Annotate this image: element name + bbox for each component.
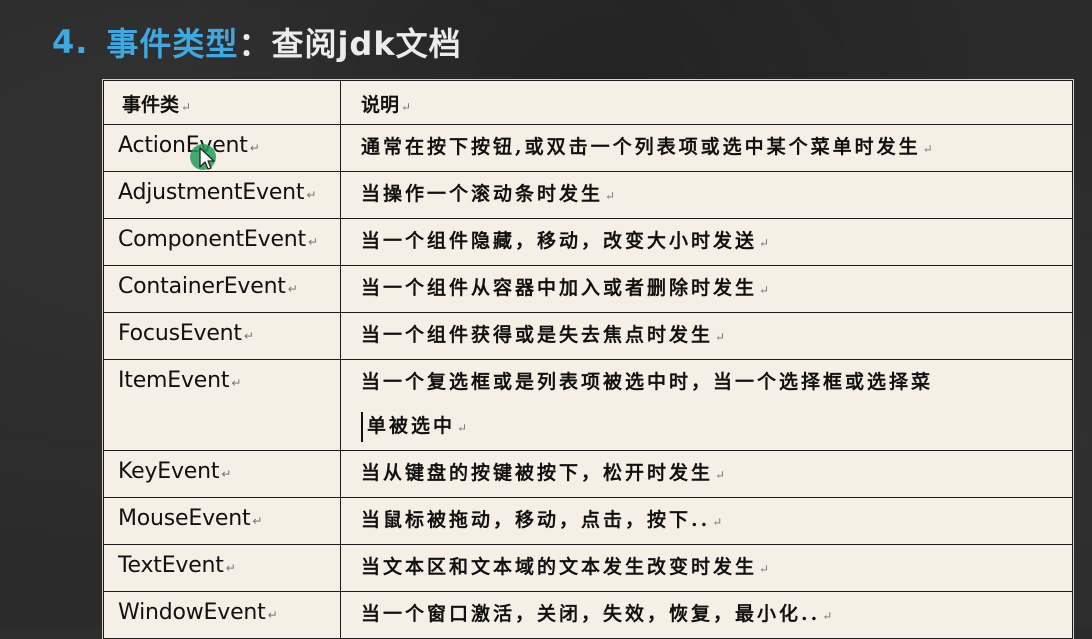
table-row: ItemEvent ↵ 当一个复选框或是列表项被选中时，当一个选择框或选择菜 单被… xyxy=(103,359,1073,451)
slide-title: 4. 事件类型 ： 查阅jdk文档 xyxy=(52,14,462,70)
paragraph-mark: ↵ xyxy=(249,141,260,155)
description-cell[interactable]: 当鼠标被拖动，移动，点击，按下.. ↵ xyxy=(340,497,1073,545)
title-main: 事件类型 xyxy=(106,25,239,63)
event-cell[interactable]: ActionEvent ↵ xyxy=(103,124,341,172)
event-cell[interactable]: AdjustmentEvent ↵ xyxy=(103,171,341,219)
paragraph-mark: ↵ xyxy=(221,467,232,481)
event-cell[interactable]: KeyEvent ↵ xyxy=(103,450,341,498)
event-description: 当从键盘的按键被按下，松开时发生 xyxy=(361,462,714,484)
description-cell[interactable]: 当一个组件隐藏，移动，改变大小时发送 ↵ xyxy=(340,218,1073,266)
event-cell[interactable]: ComponentEvent ↵ xyxy=(103,218,341,266)
event-cell[interactable]: MouseEvent ↵ xyxy=(103,497,341,545)
paragraph-mark: ↵ xyxy=(306,188,317,202)
table-row: FocusEvent ↵ 当一个组件获得或是失去焦点时发生 ↵ xyxy=(103,312,1073,360)
event-description: 通常在按下按钮,或双击一个列表项或选中某个菜单时发生 xyxy=(361,136,921,158)
header-label: 说明 xyxy=(361,94,400,116)
table-header-row: 事件类 ↵ 说明 ↵ xyxy=(103,80,1073,125)
event-description: 当鼠标被拖动，移动，点击，按下.. xyxy=(361,509,711,531)
paragraph-mark: ↵ xyxy=(267,608,278,622)
paragraph-mark: ↵ xyxy=(307,235,319,249)
paragraph-mark: ↵ xyxy=(759,562,770,576)
event-type-table: 事件类 ↵ 说明 ↵ ActionEvent ↵ 通常在按下按钮,或双击一个列表项或选… xyxy=(103,80,1073,639)
table-row: AdjustmentEvent ↵ 当操作一个滚动条时发生 ↵ xyxy=(103,171,1073,219)
description-cell[interactable]: 当一个组件获得或是失去焦点时发生 ↵ xyxy=(340,312,1073,360)
description-cell[interactable]: 当从键盘的按键被按下，松开时发生 ↵ xyxy=(340,450,1073,498)
event-description: 当一个组件获得或是失去焦点时发生 xyxy=(361,324,714,346)
paragraph-mark: ↵ xyxy=(401,100,412,114)
paragraph-mark: ↵ xyxy=(287,282,298,296)
title-number: 4. xyxy=(52,23,89,61)
event-description: 当一个组件隐藏，移动，改变大小时发送 xyxy=(361,230,758,252)
paragraph-mark: ↵ xyxy=(225,561,236,575)
event-description: 当操作一个滚动条时发生 xyxy=(361,183,604,205)
description-cell[interactable]: 通常在按下按钮,或双击一个列表项或选中某个菜单时发生 ↵ xyxy=(340,124,1073,172)
event-description-continued: 单被选中 xyxy=(367,415,456,437)
table-row: KeyEvent ↵ 当从键盘的按键被按下，松开时发生 ↵ xyxy=(103,450,1073,498)
description-cell[interactable]: 当一个窗口激活，关闭，失效，恢复，最小化.. ↵ xyxy=(340,591,1073,639)
table-row: ContainerEvent ↵ 当一个组件从容器中加入或者删除时发生 ↵ xyxy=(103,265,1073,313)
event-name: MouseEvent xyxy=(118,506,251,531)
paragraph-mark: ↵ xyxy=(252,514,263,528)
event-name: WindowEvent xyxy=(118,600,266,625)
description-cell[interactable]: 当一个组件从容器中加入或者删除时发生 ↵ xyxy=(340,265,1073,313)
description-cell[interactable]: 当操作一个滚动条时发生 ↵ xyxy=(340,171,1073,219)
header-cell-event-class: 事件类 ↵ xyxy=(103,80,341,125)
paragraph-mark: ↵ xyxy=(457,421,468,435)
paragraph-mark: ↵ xyxy=(712,515,723,529)
header-cell-description: 说明 ↵ xyxy=(340,80,1073,125)
event-description: 当一个复选框或是列表项被选中时，当一个选择框或选择菜 xyxy=(361,371,934,393)
paragraph-mark: ↵ xyxy=(922,142,933,156)
event-name: KeyEvent xyxy=(118,459,220,484)
event-name: ActionEvent xyxy=(118,133,248,158)
mouse-pointer-icon xyxy=(186,140,222,176)
paragraph-mark: ↵ xyxy=(181,100,192,114)
paragraph-mark: ↵ xyxy=(822,609,833,623)
title-sub: 查阅jdk文档 xyxy=(271,25,462,63)
event-cell[interactable]: ContainerEvent ↵ xyxy=(103,265,341,313)
event-description: 当一个窗口激活，关闭，失效，恢复，最小化.. xyxy=(361,603,821,625)
paragraph-mark: ↵ xyxy=(243,329,254,343)
paragraph-mark: ↵ xyxy=(759,236,770,250)
table-row: ComponentEvent ↵ 当一个组件隐藏，移动，改变大小时发送 ↵ xyxy=(103,218,1073,266)
event-name: TextEvent xyxy=(118,553,224,578)
paragraph-mark: ↵ xyxy=(605,189,616,203)
event-description: 当一个组件从容器中加入或者删除时发生 xyxy=(361,277,758,299)
event-name: ContainerEvent xyxy=(118,274,286,299)
table-row: WindowEvent ↵ 当一个窗口激活，关闭，失效，恢复，最小化.. ↵ xyxy=(103,591,1073,639)
event-cell[interactable]: TextEvent ↵ xyxy=(103,544,341,592)
description-cell[interactable]: 当一个复选框或是列表项被选中时，当一个选择框或选择菜 单被选中 ↵ xyxy=(340,359,1073,451)
paragraph-mark: ↵ xyxy=(759,283,770,297)
event-name: AdjustmentEvent xyxy=(118,180,305,205)
paragraph-mark: ↵ xyxy=(231,376,242,390)
paragraph-mark: ↵ xyxy=(715,330,726,344)
table-row: ActionEvent ↵ 通常在按下按钮,或双击一个列表项或选中某个菜单时发生 ↵ xyxy=(103,124,1073,172)
title-colon: ： xyxy=(238,25,272,63)
event-cell[interactable]: WindowEvent ↵ xyxy=(103,591,341,639)
event-description: 当文本区和文本域的文本发生改变时发生 xyxy=(361,556,758,578)
event-name: ItemEvent xyxy=(118,368,230,393)
event-name: ComponentEvent xyxy=(118,227,306,252)
table-row: MouseEvent ↵ 当鼠标被拖动，移动，点击，按下.. ↵ xyxy=(103,497,1073,545)
event-cell[interactable]: FocusEvent ↵ xyxy=(103,312,341,360)
paragraph-mark: ↵ xyxy=(715,468,726,482)
event-name: FocusEvent xyxy=(118,321,242,346)
description-cell[interactable]: 当文本区和文本域的文本发生改变时发生 ↵ xyxy=(340,544,1073,592)
header-label: 事件类 xyxy=(122,94,180,116)
text-cursor xyxy=(361,412,363,442)
event-cell[interactable]: ItemEvent ↵ xyxy=(103,359,341,451)
table-row: TextEvent ↵ 当文本区和文本域的文本发生改变时发生 ↵ xyxy=(103,544,1073,592)
